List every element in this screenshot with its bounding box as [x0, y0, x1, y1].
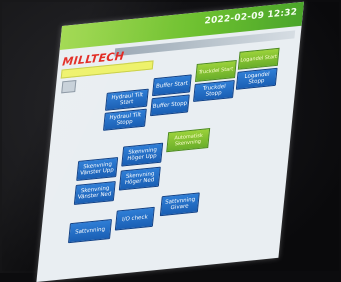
skenvning-vanster-upp-button[interactable]: Skenvning Vänster Upp	[76, 157, 119, 181]
truckdel-stopp-button[interactable]: Truckdel Stopp	[193, 80, 235, 102]
hydraul-tilt-start-button[interactable]: Hydraul Tilt Start	[105, 88, 149, 111]
skenvning-hoger-upp-button[interactable]: Skenvning Höger Upp	[121, 142, 164, 167]
sattvnning-button[interactable]: Sattvnning	[68, 219, 112, 244]
automatisk-skenvning-button[interactable]: Automatisk Skenvning	[166, 128, 211, 153]
io-check-button[interactable]: I/O check	[114, 206, 155, 231]
datetime: 2022-02-09 12:32	[203, 7, 298, 27]
buffer-start-button[interactable]: Buffer Start	[152, 74, 192, 97]
hmi-screen: 2022-02-09 12:32 MILLTECH Logandel Start…	[36, 1, 305, 282]
skenvning-hoger-ned-button[interactable]: Skenvning Höger Ned	[118, 166, 161, 191]
home-button[interactable]	[61, 80, 77, 94]
skenvning-vanster-ned-button[interactable]: Skenvning Vänster Ned	[73, 181, 116, 205]
sattvnning-givare-button[interactable]: Sattvnning Givare	[159, 192, 200, 217]
hydraul-tilt-stopp-button[interactable]: Hydraul Tilt Stopp	[103, 108, 147, 131]
logandel-start-button[interactable]: Logandel Start	[237, 47, 280, 70]
hmi-screen-wrap: 2022-02-09 12:32 MILLTECH Logandel Start…	[36, 1, 305, 282]
buffer-stopp-button[interactable]: Buffer Stopp	[150, 94, 190, 117]
truckdel-start-button[interactable]: Truckdel Start	[195, 60, 237, 82]
logandel-stopp-button[interactable]: Logandel Stopp	[235, 67, 278, 90]
